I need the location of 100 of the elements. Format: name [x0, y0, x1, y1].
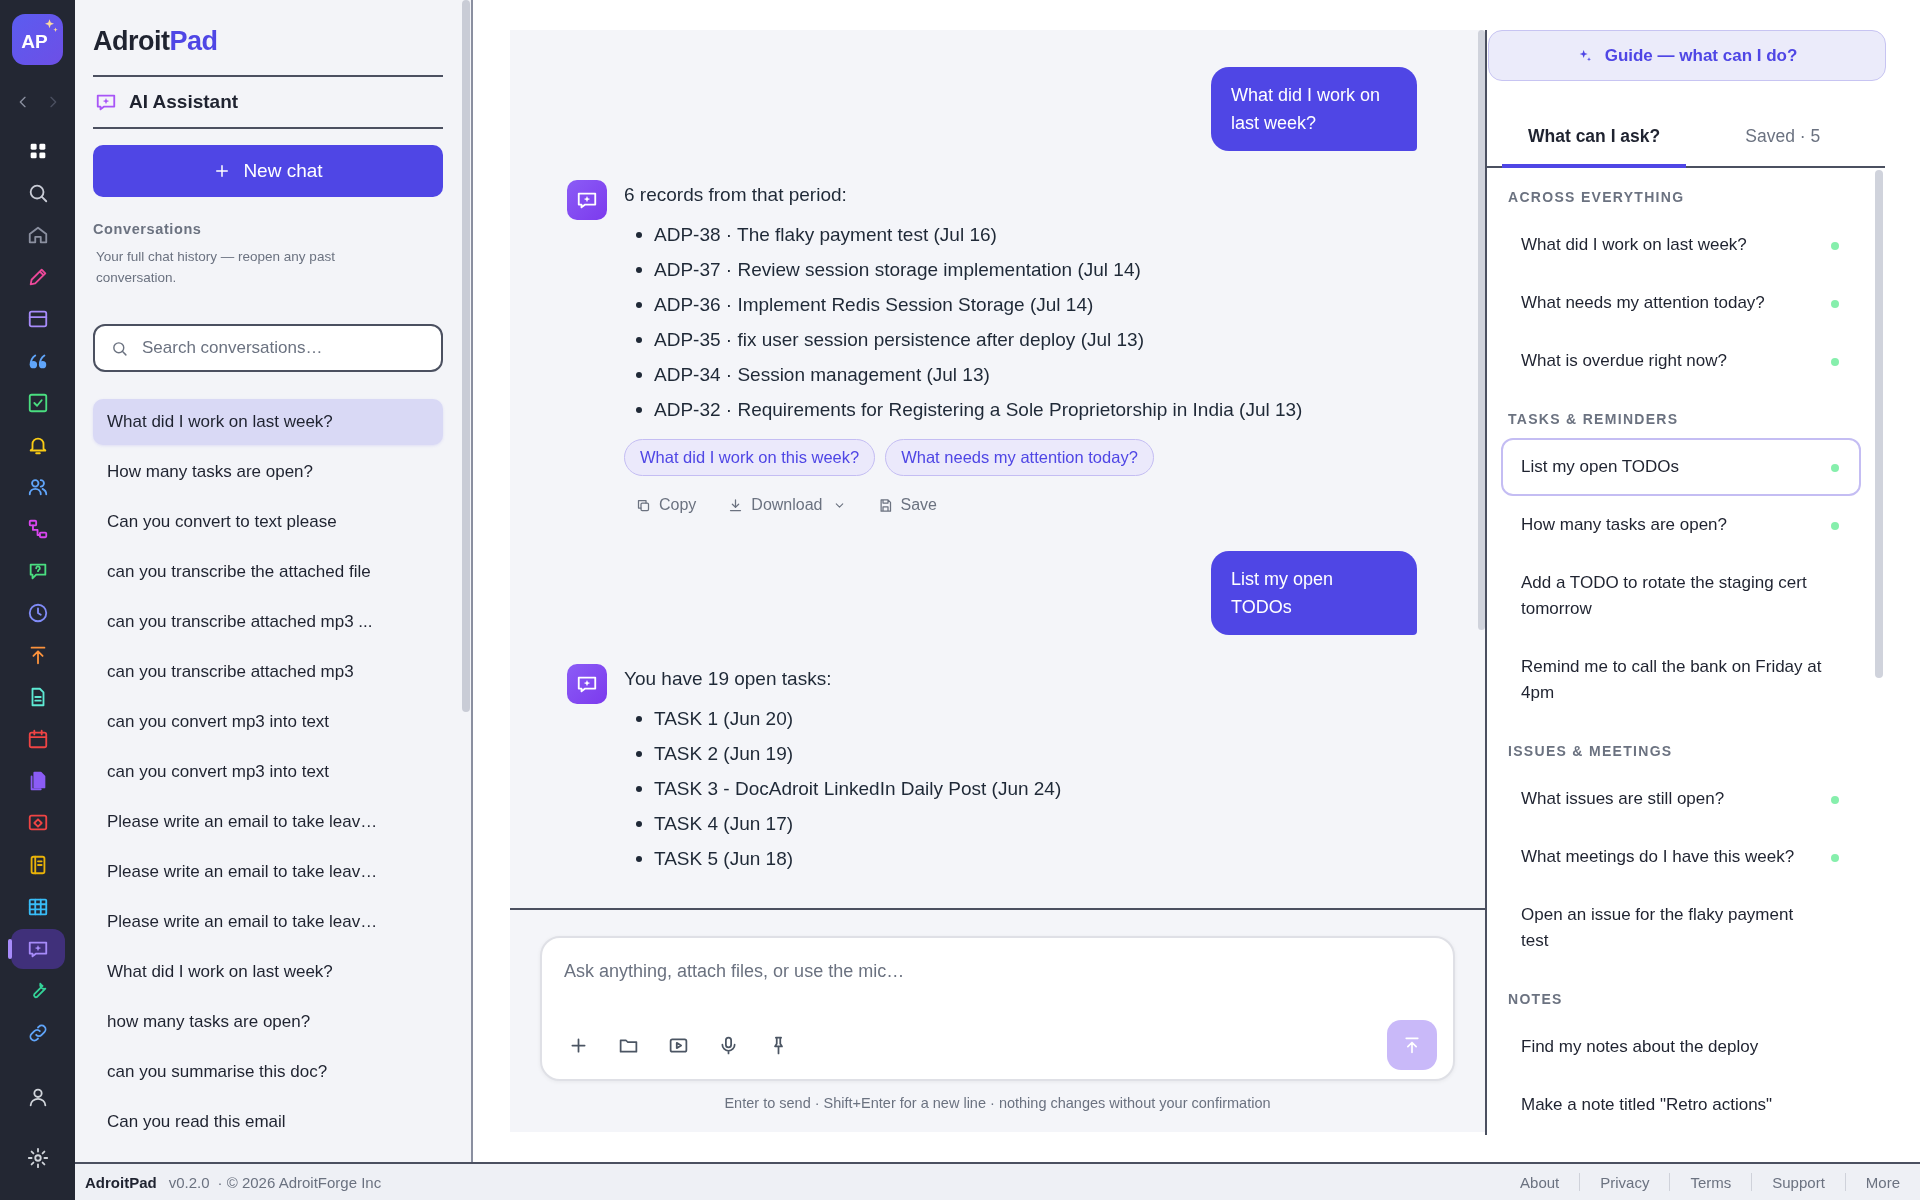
new-chat-button[interactable]: New chat — [93, 145, 443, 197]
search-icon — [111, 339, 128, 357]
prompt-item[interactable]: Add a TODO to rotate the staging cert tomorrow — [1501, 554, 1861, 638]
footer-link[interactable]: Support — [1772, 1173, 1825, 1191]
prompt-item[interactable]: Find my notes about the deploy — [1501, 1018, 1861, 1076]
list-item-text: ADP-34 · Session management (Jul 13) — [654, 363, 990, 386]
conversation-item[interactable]: can you transcribe attached mp3 — [93, 649, 443, 695]
bullet-dot — [636, 785, 642, 792]
hint-text: Enter to send · Shift+Enter for a new line · nothing changes without your confirmation — [723, 1094, 1272, 1112]
prompt-item[interactable]: What meetings do I have this week? — [1501, 828, 1861, 886]
bullet-dot — [636, 715, 642, 722]
copy-button[interactable]: Copy — [636, 493, 697, 517]
assistant-avatar-icon — [567, 180, 607, 220]
arrow-up-icon — [1402, 1035, 1422, 1055]
list-item-text: TASK 4 (Jun 17) — [654, 812, 794, 835]
download-button[interactable]: Download — [728, 493, 846, 517]
scrollbar[interactable] — [462, 0, 470, 712]
suggestion-chip[interactable]: What needs my attention today? — [885, 439, 1154, 476]
section-heading: Conversations — [93, 220, 202, 238]
prompt-text: What is overdue right now? — [1521, 350, 1728, 372]
prompt-text: What needs my attention today? — [1521, 292, 1766, 314]
prompt-item[interactable]: List my open TODOs — [1501, 438, 1861, 496]
list-item-text: ADP-37 · Review session storage implementation (Jul 14) — [654, 258, 1141, 281]
save-button[interactable]: Save — [877, 493, 937, 517]
assistant-avatar-icon — [567, 664, 607, 704]
user-message: List my open TODOs — [1211, 551, 1417, 635]
conversation-item[interactable]: how many tasks are open? — [93, 999, 443, 1045]
guide-button[interactable]: Guide — what can I do? — [1488, 30, 1886, 81]
list-item-text: TASK 3 - DocAdroit LinkedIn Daily Post (Jun 24) — [654, 777, 1062, 800]
list-item-text: TASK 2 (Jun 19) — [654, 742, 794, 765]
footer-link[interactable]: More — [1865, 1173, 1900, 1191]
list-item-text: ADP-32 · Requirements for Registering a Sole Proprietorship in India (Jul 13) — [654, 398, 1303, 421]
tab[interactable]: Saved · 5 — [1719, 110, 1847, 168]
section-heading: NOTES — [1507, 990, 1564, 1009]
section-heading: ACROSS EVERYTHING — [1507, 188, 1686, 207]
section-heading: TASKS & REMINDERS — [1507, 410, 1680, 429]
list-item-text: TASK 5 (Jun 18) — [654, 847, 794, 870]
prompt-item[interactable]: How many tasks are open? — [1501, 496, 1861, 554]
prompt-text: What did I work on last week? — [1521, 234, 1748, 256]
prompt-item[interactable]: What is overdue right now? — [1501, 332, 1861, 390]
app-name: AdroitPad — [85, 1173, 157, 1191]
conversation-item[interactable]: Please write an email to take leav… — [93, 899, 443, 945]
prompt-text: List my open TODOs — [1521, 456, 1681, 478]
conversation-item[interactable]: can you transcribe attached mp3 ... — [93, 599, 443, 645]
message-input[interactable]: Ask anything, attach files, or use the mic… — [562, 958, 1262, 984]
conversation-item[interactable]: What did I work on last week? — [93, 949, 443, 995]
save-icon — [877, 497, 893, 513]
message-text: You have 19 open tasks: — [624, 667, 833, 691]
conversation-item[interactable]: Can you read this email — [93, 1099, 443, 1145]
version-text: v0.2.0 — [168, 1173, 210, 1191]
conversation-item[interactable]: Please write an email to take leav… — [93, 849, 443, 895]
prompt-item[interactable]: Make a note titled "Retro actions" — [1501, 1076, 1861, 1134]
app-logo: AdroitPad — [93, 25, 218, 58]
prompt-text: What meetings do I have this week? — [1521, 846, 1796, 868]
list-item-text: ADP-36 · Implement Redis Session Storage (Jul 14) — [654, 293, 1094, 316]
bullet-dot — [636, 750, 642, 757]
user-message: What did I work on last week? — [1211, 67, 1417, 151]
conversation-item[interactable]: How many tasks are open? — [93, 449, 443, 495]
footer-link[interactable]: Privacy — [1600, 1173, 1650, 1191]
message-text: 6 records from that period: — [624, 183, 848, 207]
conversation-item[interactable]: Can you convert to text please — [93, 499, 443, 545]
list-item-text: TASK 1 (Jun 20) — [654, 707, 794, 730]
footer-link[interactable]: Terms — [1690, 1173, 1732, 1191]
section-title: AI Assistant — [129, 91, 239, 113]
prompt-item[interactable]: What needs my attention today? — [1501, 274, 1861, 332]
section-description: Your full chat history — reopen any past conversation. — [95, 248, 336, 287]
prompt-text: How many tasks are open? — [1521, 514, 1728, 536]
conversation-item[interactable]: can you transcribe the attached file — [93, 549, 443, 595]
tab[interactable]: What can I ask? — [1502, 110, 1687, 168]
prompt-text: What issues are still open? — [1521, 788, 1726, 810]
suggestion-chip[interactable]: What did I work on this week? — [624, 439, 876, 476]
bullet-dot — [636, 336, 642, 343]
bullet-dot — [636, 855, 642, 862]
download-icon — [728, 497, 744, 513]
list-item-text: ADP-35 · fix user session persistence after deploy (Jul 13) — [654, 328, 1144, 351]
prompt-text: Open an issue for the flaky payment test — [1521, 904, 1795, 952]
bullet-dot — [636, 301, 642, 308]
chat-spark-icon[interactable] — [10, 929, 65, 969]
app-badge-text: AP — [21, 30, 48, 53]
conversation-item[interactable]: Please write an email to take leav… — [93, 799, 443, 845]
copyright-text: · © 2026 AdroitForge Inc — [217, 1173, 382, 1191]
prompt-text: Add a TODO to rotate the staging cert tomorrow — [1521, 572, 1808, 620]
footer-link[interactable]: About — [1520, 1173, 1560, 1191]
bullet-dot — [636, 231, 642, 238]
prompt-text: Find my notes about the deploy — [1521, 1036, 1760, 1058]
copy-icon — [636, 497, 651, 513]
search-field[interactable]: Search conversations… — [93, 324, 443, 372]
scrollbar[interactable] — [1875, 170, 1883, 678]
scrollbar[interactable] — [1478, 30, 1485, 630]
search-input[interactable]: Search conversations… — [140, 337, 441, 359]
prompt-item[interactable]: What issues are still open? — [1501, 770, 1861, 828]
prompt-item[interactable]: Open an issue for the flaky payment test — [1501, 886, 1861, 970]
conversation-item[interactable]: What did I work on last week? — [93, 399, 443, 445]
conversation-item[interactable]: can you convert mp3 into text — [93, 699, 443, 745]
prompt-item[interactable]: Remind me to call the bank on Friday at 4pm — [1501, 638, 1861, 722]
conversation-item[interactable]: can you convert mp3 into text — [93, 749, 443, 795]
prompt-item[interactable]: What did I work on last week? — [1501, 216, 1861, 274]
prompt-text: Make a note titled "Retro actions" — [1521, 1094, 1774, 1116]
conversation-item[interactable]: can you summarise this doc? — [93, 1049, 443, 1095]
bullet-dot — [636, 371, 642, 378]
